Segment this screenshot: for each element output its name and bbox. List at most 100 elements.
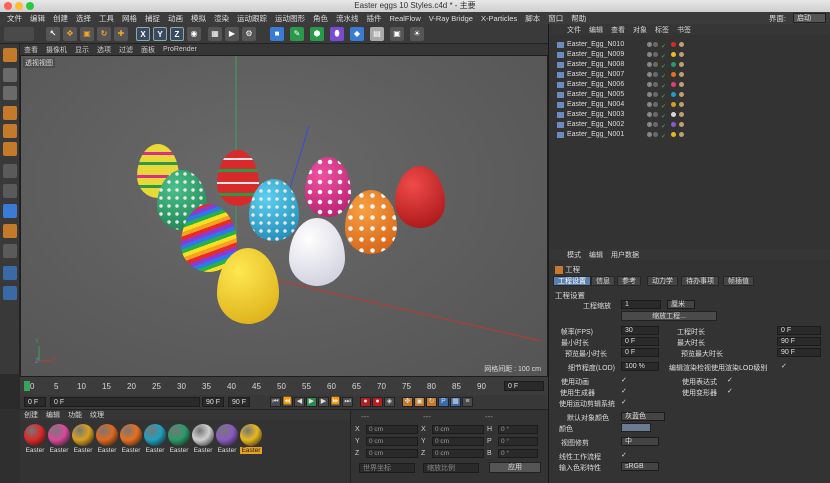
goto-end-button[interactable]: ⏭ xyxy=(342,397,353,407)
project-unit-select[interactable]: 厘米 xyxy=(667,300,695,309)
object-row[interactable]: Easter_Egg_N007 ✓ xyxy=(549,70,830,80)
material-label[interactable]: Easter xyxy=(144,447,166,454)
tab-key-interpolation[interactable]: 帧插值 xyxy=(723,276,754,286)
material-tag-icon[interactable] xyxy=(671,42,676,47)
object-row[interactable]: Easter_Egg_N004 ✓ xyxy=(549,100,830,110)
viewport-menu-panel[interactable]: 面板 xyxy=(137,45,159,55)
texture-tag-icon[interactable] xyxy=(679,52,684,57)
lock-workplane-icon[interactable] xyxy=(3,244,17,258)
menu-character[interactable]: 角色 xyxy=(309,13,332,24)
render-dot-icon[interactable] xyxy=(653,42,658,47)
axis-mode-icon[interactable] xyxy=(3,164,17,178)
object-name[interactable]: Easter_Egg_N010 xyxy=(567,40,624,50)
render-dot-icon[interactable] xyxy=(653,122,658,127)
object-name[interactable]: Easter_Egg_N004 xyxy=(567,100,624,110)
spline-pen-icon[interactable]: ✎ xyxy=(290,27,304,41)
edges-mode-icon[interactable] xyxy=(3,124,17,138)
render-lod-checkbox[interactable]: ✓ xyxy=(781,363,788,370)
model-mode-icon[interactable] xyxy=(3,68,17,82)
material-label[interactable]: Easter xyxy=(72,447,94,454)
visibility-dot-icon[interactable] xyxy=(647,42,652,47)
viewport-menu-view[interactable]: 查看 xyxy=(20,45,42,55)
coordinate-system-icon[interactable]: ◉ xyxy=(187,27,201,41)
objmenu-bookmarks[interactable]: 书签 xyxy=(673,25,695,35)
workplane-icon[interactable] xyxy=(3,224,17,238)
key-position-button[interactable]: ✥ xyxy=(402,397,413,407)
close-window-button[interactable] xyxy=(4,2,12,10)
key-parameter-button[interactable]: P xyxy=(438,397,449,407)
material-tag-icon[interactable] xyxy=(671,52,676,57)
menu-mesh[interactable]: 网格 xyxy=(118,13,141,24)
autokey-button[interactable]: ● xyxy=(372,397,383,407)
goto-start-button[interactable]: ⏮ xyxy=(270,397,281,407)
scale-tool-icon[interactable]: ▣ xyxy=(80,27,94,41)
menu-plugins[interactable]: 插件 xyxy=(363,13,386,24)
zoom-window-button[interactable] xyxy=(26,2,34,10)
tab-reference[interactable]: 参考 xyxy=(617,276,641,286)
size-z-field[interactable]: 0 cm xyxy=(432,449,484,458)
use-generators-checkbox[interactable]: ✓ xyxy=(621,388,628,395)
menu-snap[interactable]: 捕捉 xyxy=(141,13,164,24)
object-name[interactable]: Easter_Egg_N007 xyxy=(567,70,624,80)
material-menu-texture[interactable]: 纹理 xyxy=(86,410,108,420)
visibility-dot-icon[interactable] xyxy=(647,102,652,107)
fps-field[interactable]: 30 xyxy=(621,326,659,335)
material-swatch[interactable] xyxy=(216,424,238,446)
rotate-tool-icon[interactable]: ↻ xyxy=(97,27,111,41)
size-mode-select[interactable]: 缩放比例 xyxy=(423,463,479,473)
material-swatch[interactable] xyxy=(168,424,190,446)
snap-icon[interactable] xyxy=(3,204,17,218)
menu-create[interactable]: 创建 xyxy=(49,13,72,24)
select-arrow-icon[interactable]: ↖ xyxy=(46,27,60,41)
use-expressions-checkbox[interactable]: ✓ xyxy=(727,377,734,384)
enabled-check-icon[interactable]: ✓ xyxy=(661,132,666,142)
menu-select[interactable]: 选择 xyxy=(72,13,95,24)
object-row[interactable]: Easter_Egg_N008 ✓ xyxy=(549,60,830,70)
menu-render[interactable]: 渲染 xyxy=(210,13,233,24)
undo-redo-icon[interactable] xyxy=(4,27,34,41)
material-tag-icon[interactable] xyxy=(671,62,676,67)
texture-tag-icon[interactable] xyxy=(679,102,684,107)
texture-tag-icon[interactable] xyxy=(679,92,684,97)
max-time-field[interactable]: 90 F xyxy=(777,337,821,346)
key-pla-button[interactable]: ▦ xyxy=(450,397,461,407)
attrmenu-edit[interactable]: 编辑 xyxy=(585,250,607,260)
tweak-mode-icon[interactable] xyxy=(3,184,17,198)
apply-button[interactable]: 应用 xyxy=(489,462,541,473)
layer-icon[interactable] xyxy=(3,286,17,300)
menu-vray-bridge[interactable]: V-Ray Bridge xyxy=(425,14,477,23)
texture-mode-icon[interactable] xyxy=(3,86,17,100)
render-dot-icon[interactable] xyxy=(653,82,658,87)
subdivision-icon[interactable]: ⬢ xyxy=(310,27,324,41)
texture-tag-icon[interactable] xyxy=(679,62,684,67)
recent-tool-icon[interactable]: ✚ xyxy=(114,27,128,41)
object-name[interactable]: Easter_Egg_N002 xyxy=(567,120,624,130)
cube-icon[interactable]: ■ xyxy=(270,27,284,41)
input-color-profile-select[interactable]: sRGB xyxy=(621,462,659,471)
render-dot-icon[interactable] xyxy=(653,102,658,107)
viewport-menu-prorender[interactable]: ProRender xyxy=(159,46,201,53)
size-y-field[interactable]: 0 cm xyxy=(432,437,484,446)
menu-help[interactable]: 帮助 xyxy=(567,13,590,24)
object-row[interactable]: Easter_Egg_N002 ✓ xyxy=(549,120,830,130)
coordinate-mode-select[interactable]: 世界坐标 xyxy=(359,463,415,473)
material-swatch[interactable] xyxy=(24,424,46,446)
render-dot-icon[interactable] xyxy=(653,52,658,57)
grid-icon[interactable] xyxy=(3,266,17,280)
material-tag-icon[interactable] xyxy=(671,112,676,117)
viewport-menu-options[interactable]: 选项 xyxy=(93,45,115,55)
menu-realflow[interactable]: RealFlow xyxy=(386,14,425,23)
material-tag-icon[interactable] xyxy=(671,102,676,107)
material-tag-icon[interactable] xyxy=(671,72,676,77)
polygons-mode-icon[interactable] xyxy=(3,142,17,156)
viewport-menu-camera[interactable]: 摄像机 xyxy=(42,45,71,55)
use-deformers-checkbox[interactable]: ✓ xyxy=(727,388,734,395)
scale-project-button[interactable]: 缩放工程... xyxy=(621,311,717,321)
texture-tag-icon[interactable] xyxy=(679,42,684,47)
linear-workflow-checkbox[interactable]: ✓ xyxy=(621,452,628,459)
lod-field[interactable]: 100 % xyxy=(621,362,659,371)
menu-window[interactable]: 窗口 xyxy=(544,13,567,24)
default-object-color-select[interactable]: 灰蓝色 xyxy=(621,412,665,421)
project-scale-field[interactable]: 1 xyxy=(621,300,661,309)
next-key-button[interactable]: ⏩ xyxy=(330,397,341,407)
